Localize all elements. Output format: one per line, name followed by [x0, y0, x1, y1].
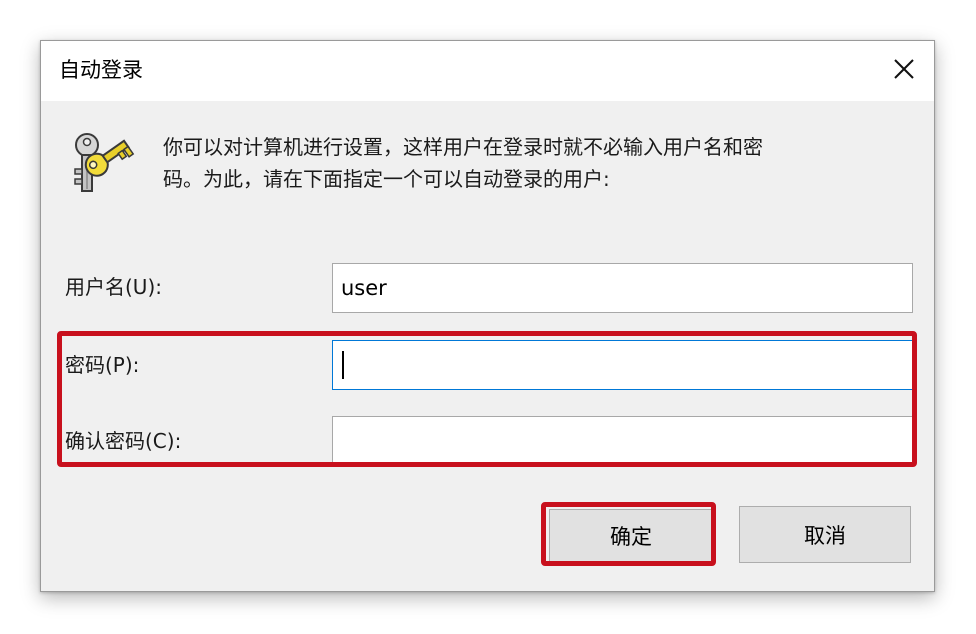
- description-line-1: 你可以对计算机进行设置，这样用户在登录时就不必输入用户名和密: [163, 135, 763, 159]
- close-button[interactable]: [874, 41, 934, 97]
- keys-icon: [74, 133, 135, 192]
- ok-button[interactable]: 确定: [549, 509, 713, 563]
- text-caret: [342, 351, 344, 379]
- username-input[interactable]: user: [332, 263, 913, 313]
- auto-login-dialog: 自动登录 你可以对计算机进行设置，这样用户在登录时就不必输入用户名和密 码。为此…: [40, 40, 935, 592]
- username-value: user: [341, 276, 387, 300]
- username-label: 用户名(U):: [65, 275, 162, 299]
- cancel-button[interactable]: 取消: [739, 506, 911, 563]
- password-input[interactable]: [332, 340, 913, 390]
- title-bar: 自动登录: [41, 41, 934, 101]
- cancel-button-label: 取消: [804, 523, 846, 548]
- ok-button-label: 确定: [610, 525, 652, 549]
- description-text: 你可以对计算机进行设置，这样用户在登录时就不必输入用户名和密 码。为此，请在下面…: [163, 131, 903, 195]
- description-line-2: 码。为此，请在下面指定一个可以自动登录的用户:: [163, 167, 610, 191]
- password-label: 密码(P):: [65, 353, 140, 377]
- dialog-title: 自动登录: [59, 58, 143, 82]
- close-icon: [894, 59, 914, 79]
- confirm-password-input[interactable]: [332, 416, 913, 466]
- confirm-password-label: 确认密码(C):: [65, 429, 182, 453]
